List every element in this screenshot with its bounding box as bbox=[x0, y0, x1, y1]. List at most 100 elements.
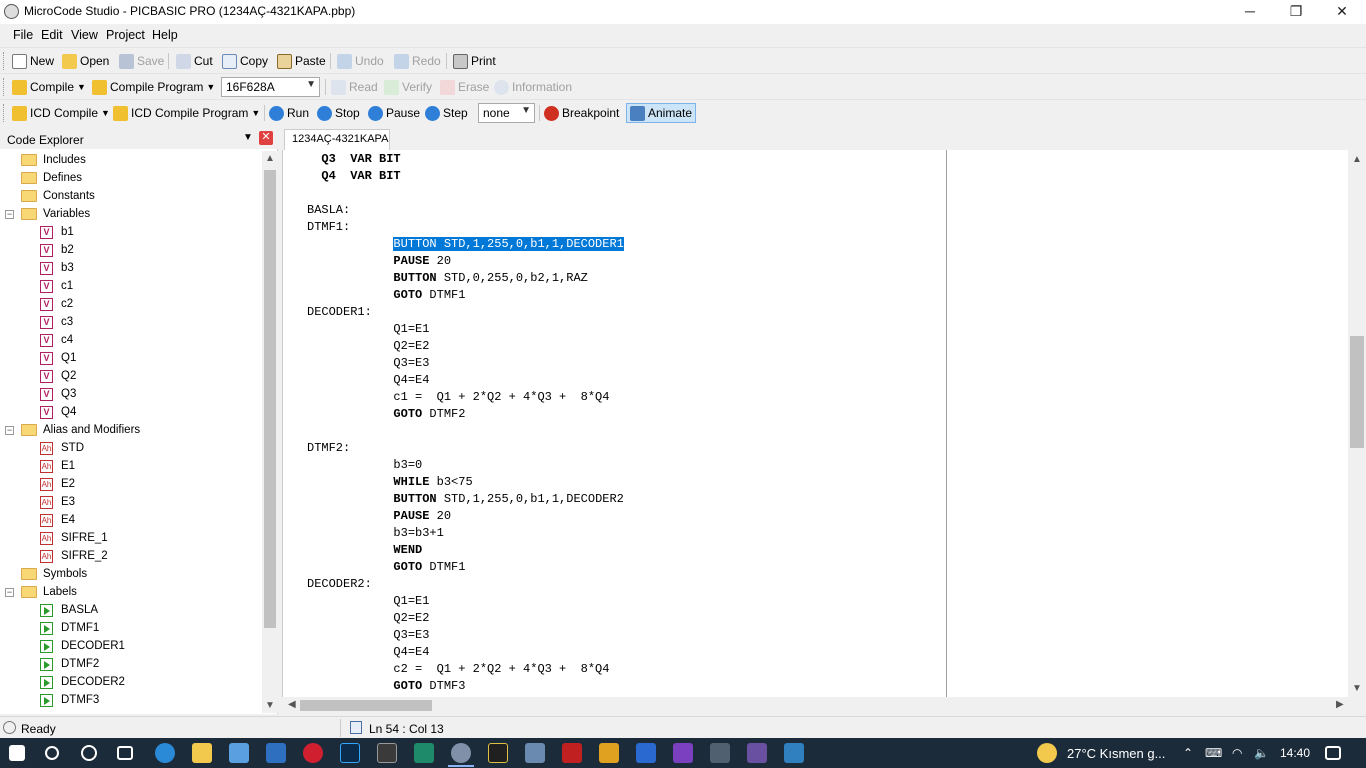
code-line[interactable]: Q1=E1 bbox=[307, 321, 429, 338]
task-view-icon[interactable] bbox=[117, 746, 133, 760]
tree-item-variable[interactable]: V Q4 bbox=[40, 403, 76, 421]
cortana-icon[interactable] bbox=[81, 745, 97, 761]
tree-item-variable[interactable]: Vb1 bbox=[40, 223, 74, 241]
tab-file[interactable]: 1234AÇ-4321KAPA bbox=[284, 129, 390, 150]
explorer-scroll-thumb[interactable] bbox=[264, 170, 276, 628]
notifications-icon[interactable] bbox=[1325, 746, 1341, 760]
chevron-up-icon[interactable]: ⌃ bbox=[1183, 746, 1193, 760]
tree-item-label[interactable]: BASLA bbox=[40, 601, 98, 619]
code-line[interactable]: WHILE b3<75 bbox=[307, 474, 472, 491]
tree-item-variable[interactable]: Vc2 bbox=[40, 295, 73, 313]
tree-group-symbols[interactable]: Symbols bbox=[5, 565, 87, 583]
tree-item-variable[interactable]: Vb2 bbox=[40, 241, 74, 259]
code-line[interactable]: DTMF1: bbox=[307, 219, 350, 236]
code-line[interactable]: Q2=E2 bbox=[307, 338, 429, 355]
run-button[interactable]: Run bbox=[269, 104, 309, 122]
code-line[interactable]: Q3=E3 bbox=[307, 627, 429, 644]
menu-edit[interactable]: Edit bbox=[41, 28, 63, 42]
edge-icon[interactable] bbox=[155, 743, 175, 763]
tree-group-defines[interactable]: Defines bbox=[5, 169, 82, 187]
code-line[interactable]: c1 = Q1 + 2*Q2 + 4*Q3 + 8*Q4 bbox=[307, 389, 609, 406]
tree-item-label[interactable]: DECODER2 bbox=[40, 673, 125, 691]
cut-button[interactable]: Cut bbox=[176, 52, 213, 70]
language-icon[interactable]: ⌨ bbox=[1205, 746, 1222, 760]
step-button[interactable]: Step bbox=[425, 104, 468, 122]
compile-program-button[interactable]: Compile Program ▼ bbox=[92, 78, 215, 96]
collapse-icon[interactable]: − bbox=[5, 209, 14, 219]
tree-item-label[interactable]: DTMF2 bbox=[40, 655, 99, 673]
code-line[interactable]: Q4=E4 bbox=[307, 372, 429, 389]
editor-scroll-thumb[interactable] bbox=[1350, 336, 1364, 448]
collapse-icon[interactable]: − bbox=[5, 425, 14, 435]
search-icon[interactable] bbox=[45, 746, 59, 760]
code-line[interactable]: b3=b3+1 bbox=[307, 525, 443, 542]
app-icon-3[interactable] bbox=[488, 743, 508, 763]
menu-help[interactable]: Help bbox=[152, 28, 178, 42]
icd-compile-program-button[interactable]: ICD Compile Program ▼ bbox=[113, 104, 260, 122]
weather-icon[interactable] bbox=[1037, 743, 1057, 763]
store-icon[interactable] bbox=[229, 743, 249, 763]
app-icon-4[interactable] bbox=[525, 743, 545, 763]
code-line[interactable]: BASLA: bbox=[307, 202, 350, 219]
tree-item-variable[interactable]: V Q1 bbox=[40, 349, 76, 367]
tree-group-variables[interactable]: − Variables bbox=[5, 205, 90, 223]
scroll-down-icon[interactable]: ▼ bbox=[1352, 683, 1362, 694]
stop-button[interactable]: Stop bbox=[317, 104, 360, 122]
menu-view[interactable]: View bbox=[71, 28, 98, 42]
tree-item-variable[interactable]: V Q2 bbox=[40, 367, 76, 385]
code-line[interactable]: GOTO DTMF1 bbox=[307, 287, 465, 304]
tree-group-constants[interactable]: Constants bbox=[5, 187, 95, 205]
chevron-down-icon[interactable]: ▼ bbox=[243, 132, 253, 143]
icd-compile-button[interactable]: ICD Compile ▼ bbox=[12, 104, 110, 122]
code-line[interactable]: c2 = Q1 + 2*Q2 + 4*Q3 + 8*Q4 bbox=[307, 661, 609, 678]
code-line[interactable]: b3=0 bbox=[307, 457, 422, 474]
wifi-icon[interactable]: ◠ bbox=[1232, 746, 1242, 760]
code-line[interactable]: GOTO DTMF2 bbox=[307, 406, 465, 423]
code-line-selected[interactable]: BUTTON STD,1,255,0,b1,1,DECODER1 bbox=[307, 236, 624, 253]
weather-text[interactable]: 27°C Kısmen g... bbox=[1067, 746, 1165, 761]
tree-item-alias[interactable]: Ah E3 bbox=[40, 493, 75, 511]
tree-item-label[interactable]: DTMF3 bbox=[40, 691, 99, 709]
collapse-icon[interactable]: − bbox=[5, 587, 14, 597]
editor-hscroll-thumb[interactable] bbox=[300, 700, 432, 711]
app-icon-10[interactable] bbox=[784, 743, 804, 763]
clock[interactable]: 14:40 bbox=[1280, 746, 1310, 760]
tree-group-includes[interactable]: Includes bbox=[5, 151, 86, 169]
print-button[interactable]: Print bbox=[453, 52, 496, 70]
app-icon-5[interactable] bbox=[562, 743, 582, 763]
tree-item-variable[interactable]: Vc3 bbox=[40, 313, 73, 331]
scroll-left-icon[interactable]: ◀ bbox=[288, 699, 296, 710]
code-line[interactable]: WEND bbox=[307, 542, 422, 559]
windows-start-icon[interactable] bbox=[9, 745, 25, 761]
microcode-studio-icon[interactable] bbox=[451, 743, 471, 763]
code-line[interactable]: Q3=E3 bbox=[307, 355, 429, 372]
code-line[interactable]: DECODER2: bbox=[307, 576, 372, 593]
file-explorer-icon[interactable] bbox=[192, 743, 212, 763]
save-button[interactable]: Save bbox=[119, 52, 164, 70]
paste-button[interactable]: Paste bbox=[277, 52, 326, 70]
open-button[interactable]: Open bbox=[62, 52, 109, 70]
opera-icon[interactable] bbox=[303, 743, 323, 763]
tree-item-variable[interactable]: Vb3 bbox=[40, 259, 74, 277]
code-line[interactable]: BUTTON STD,1,255,0,b1,1,DECODER2 bbox=[307, 491, 623, 508]
photoshop-icon[interactable] bbox=[340, 743, 360, 763]
code-line[interactable]: PAUSE 20 bbox=[307, 253, 451, 270]
undo-button[interactable]: Undo bbox=[337, 52, 384, 70]
tree-item-alias[interactable]: Ah E4 bbox=[40, 511, 75, 529]
compile-button[interactable]: Compile ▼ bbox=[12, 78, 86, 96]
code-line[interactable]: Q3 VAR BIT bbox=[307, 151, 400, 168]
device-select[interactable]: 16F628A ▼ bbox=[221, 77, 320, 97]
animate-button[interactable]: Animate bbox=[626, 103, 697, 123]
tree-item-alias[interactable]: Ah STD bbox=[40, 439, 84, 457]
speaker-icon[interactable]: 🔈 bbox=[1254, 746, 1269, 760]
menu-file[interactable]: File bbox=[13, 28, 33, 42]
menu-project[interactable]: Project bbox=[106, 28, 145, 42]
tree-item-alias[interactable]: Ah SIFRE_2 bbox=[40, 547, 108, 565]
verify-button[interactable]: Verify bbox=[384, 78, 432, 96]
tree-item-label[interactable]: DECODER1 bbox=[40, 637, 125, 655]
visual-studio-icon[interactable] bbox=[673, 743, 693, 763]
code-line[interactable]: DECODER1: bbox=[307, 304, 372, 321]
app-icon-7[interactable] bbox=[636, 743, 656, 763]
code-line[interactable]: GOTO DTMF1 bbox=[307, 559, 465, 576]
step-mode-select[interactable]: none ▼ bbox=[478, 103, 535, 123]
